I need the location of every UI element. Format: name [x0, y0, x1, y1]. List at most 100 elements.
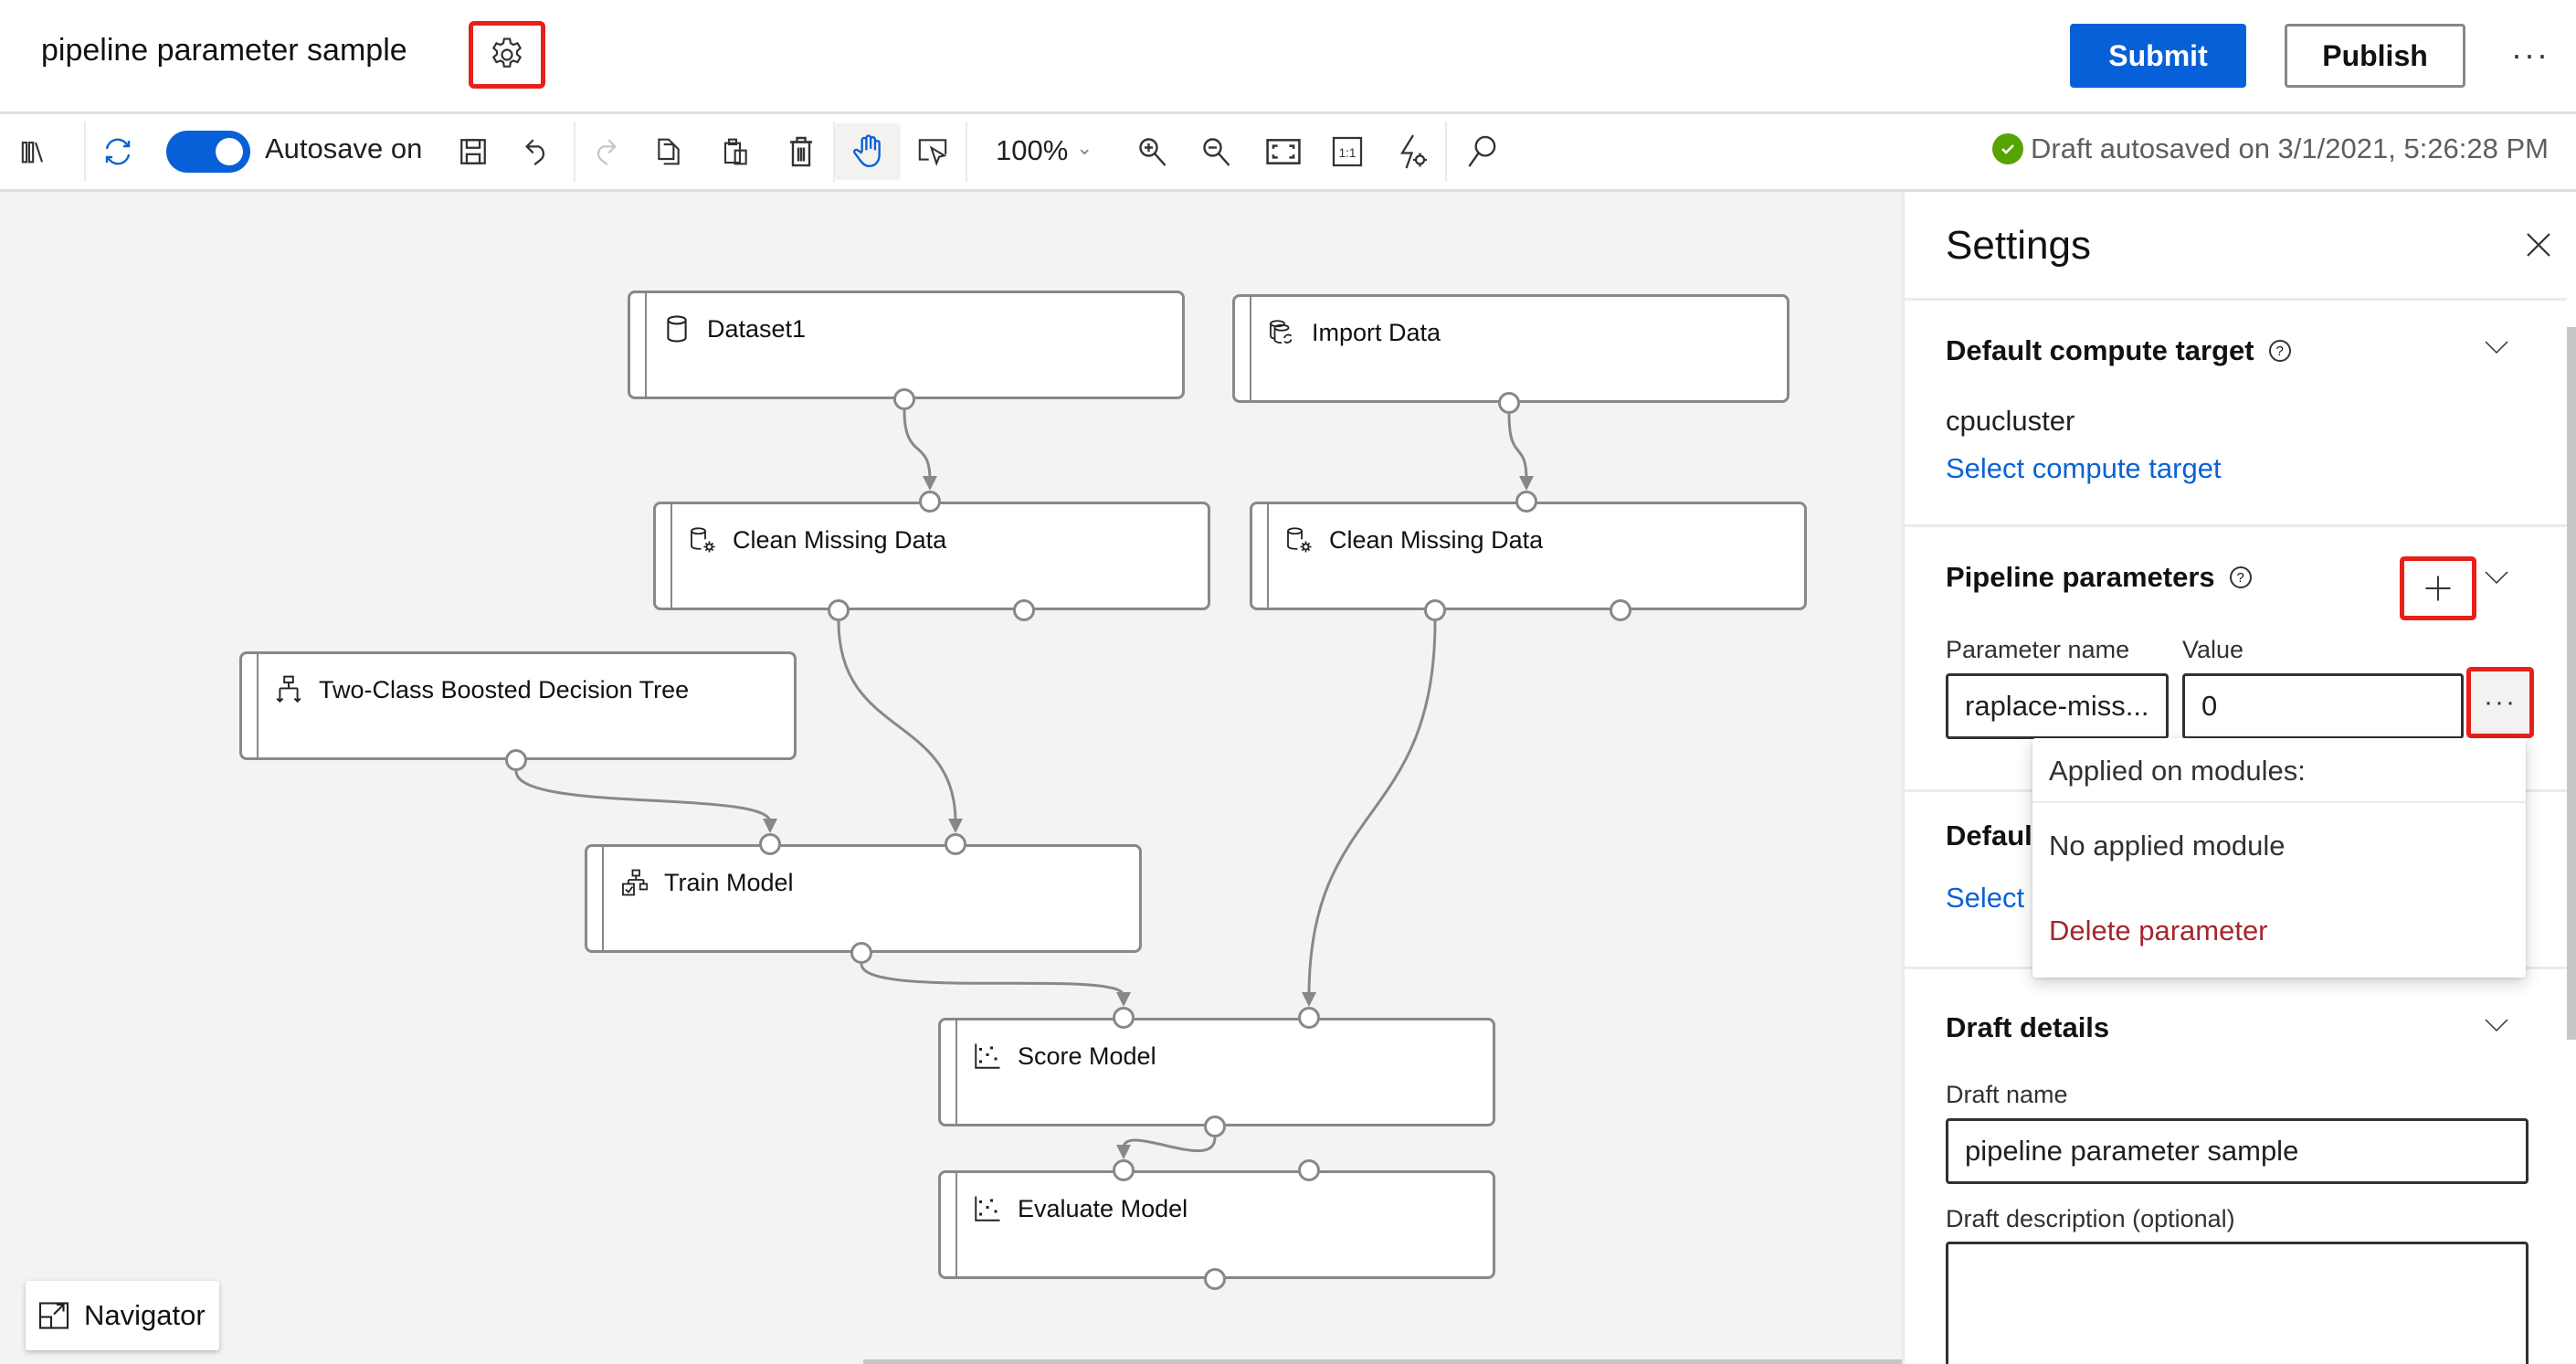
settings-button[interactable] [469, 21, 545, 89]
input-port[interactable] [759, 833, 781, 855]
input-port[interactable] [1298, 1159, 1320, 1181]
output-port[interactable] [1204, 1268, 1226, 1290]
help-icon[interactable]: ? [2268, 340, 2291, 362]
chevron-down-icon [2485, 1019, 2508, 1032]
fit-to-screen-button[interactable] [1261, 123, 1306, 180]
undo-button[interactable] [514, 123, 560, 180]
settings-title: Settings [1946, 223, 2091, 268]
chevron-down-icon [2485, 571, 2508, 585]
app-header: pipeline parameter sample Submit Publish… [0, 0, 2576, 114]
edge-arrowhead [1302, 992, 1316, 1007]
output-port[interactable] [850, 942, 872, 964]
actual-size-button[interactable]: 1:1 [1325, 123, 1370, 180]
section-title: Default [1946, 819, 2043, 851]
paste-button[interactable] [713, 123, 759, 180]
auto-layout-button[interactable] [1390, 123, 1436, 180]
input-port[interactable] [1113, 1159, 1135, 1181]
edge-arrowhead [923, 476, 937, 491]
horizontal-scrollbar[interactable] [863, 1359, 1902, 1364]
module-node-evaluate-model[interactable]: Evaluate Model [938, 1170, 1495, 1279]
module-node-clean-missing-data-2[interactable]: Clean Missing Data [1250, 502, 1807, 610]
more-options-button[interactable]: ··· [2503, 27, 2558, 82]
search-button[interactable] [1460, 123, 1505, 180]
select-mode-button[interactable] [910, 123, 955, 180]
delete-button[interactable] [778, 123, 824, 180]
pipeline-canvas[interactable]: Dataset1 Import Data Clean Missing Data … [0, 192, 1902, 1364]
input-port[interactable] [1298, 1007, 1320, 1029]
draft-name-input[interactable]: pipeline parameter sample [1946, 1118, 2528, 1184]
library-button[interactable] [13, 123, 58, 180]
copy-button[interactable] [646, 123, 692, 180]
delete-parameter-menu-item[interactable]: Delete parameter [2049, 915, 2268, 947]
edge-clean-missing-2-to-score-model[interactable] [1307, 620, 1437, 997]
edge-import-data-to-clean-missing-2[interactable] [1507, 413, 1528, 481]
copy-icon [658, 138, 680, 165]
close-settings-button[interactable] [2518, 225, 2559, 265]
input-port[interactable] [1515, 491, 1537, 513]
edge-dataset1-to-clean-missing-1[interactable] [903, 409, 932, 481]
parameter-more-button[interactable]: ··· [2466, 667, 2534, 738]
select-compute-target-link[interactable]: Select compute target [1946, 452, 2222, 485]
plus-icon [2425, 576, 2451, 601]
navigator-icon [38, 1302, 69, 1329]
module-node-clean-missing-data-1[interactable]: Clean Missing Data [653, 502, 1210, 610]
edge-two-class-bdt-to-train-model[interactable] [514, 770, 772, 823]
help-icon[interactable]: ? [2229, 566, 2252, 588]
vertical-scrollbar[interactable] [2567, 327, 2576, 1040]
autosave-toggle[interactable] [166, 131, 250, 173]
paste-icon [723, 138, 747, 165]
input-port[interactable] [1113, 1007, 1135, 1029]
gear-icon [491, 37, 523, 68]
output-port[interactable] [1424, 599, 1446, 621]
parameter-value-input[interactable]: 0 [2182, 673, 2464, 739]
module-node-score-model[interactable]: Score Model [938, 1018, 1495, 1126]
add-parameter-button[interactable] [2400, 556, 2476, 620]
output-port[interactable] [505, 749, 527, 771]
select-pointer-icon [918, 139, 947, 166]
autosave-status-text: Draft autosaved on 3/1/2021, 5:26:28 PM [2031, 132, 2549, 164]
refresh-icon [105, 138, 131, 165]
edge-score-model-to-evaluate-model[interactable] [1122, 1137, 1217, 1153]
applied-modules-header: Applied on modules: [2049, 755, 2306, 787]
edge-arrowhead [1116, 992, 1131, 1007]
collapse-chevron[interactable] [2478, 564, 2515, 591]
module-node-import-data[interactable]: Import Data [1232, 294, 1789, 403]
library-icon [21, 142, 44, 164]
edge-clean-missing-1-to-train-model[interactable] [837, 620, 957, 823]
input-port[interactable] [919, 491, 941, 513]
redo-button[interactable] [582, 123, 628, 180]
section-title: Pipeline parameters ? [1946, 561, 2252, 594]
output-port[interactable] [893, 388, 915, 410]
submit-button[interactable]: Submit [2070, 24, 2246, 88]
module-node-dataset1[interactable]: Dataset1 [628, 291, 1185, 399]
collapse-chevron[interactable] [2478, 333, 2515, 361]
pan-mode-button[interactable] [835, 123, 901, 180]
edge-train-model-to-score-model[interactable] [860, 963, 1125, 997]
input-port[interactable] [945, 833, 966, 855]
output-port[interactable] [1013, 599, 1035, 621]
edge-arrowhead [948, 819, 963, 833]
zoom-out-button[interactable] [1194, 123, 1240, 180]
node-label: Dataset1 [707, 314, 807, 343]
navigator-button[interactable]: Navigator [26, 1281, 219, 1350]
output-port[interactable] [828, 599, 850, 621]
module-node-train-model[interactable]: Train Model [585, 844, 1142, 953]
zoom-out-icon [1203, 138, 1230, 166]
module-node-two-class-boosted-decision-tree[interactable]: Two-Class Boosted Decision Tree [239, 651, 797, 760]
output-port[interactable] [1204, 1116, 1226, 1137]
publish-button[interactable]: Publish [2285, 24, 2465, 88]
collapse-chevron[interactable] [2478, 1011, 2515, 1039]
parameter-name-input[interactable]: raplace-miss... [1946, 673, 2169, 739]
search-icon [1468, 135, 1496, 167]
draft-description-textarea[interactable] [1946, 1242, 2528, 1364]
zoom-level-dropdown[interactable]: 100% [996, 134, 1068, 167]
refresh-button[interactable] [95, 123, 141, 180]
autosave-status: Draft autosaved on 3/1/2021, 5:26:28 PM [1992, 132, 2549, 165]
save-button[interactable] [450, 123, 496, 180]
clean-data-icon [689, 524, 716, 555]
select-datastore-link[interactable]: Select [1946, 882, 2024, 915]
output-port[interactable] [1498, 392, 1520, 414]
output-port[interactable] [1610, 599, 1631, 621]
zoom-in-button[interactable] [1130, 123, 1176, 180]
node-label: Clean Missing Data [733, 525, 947, 554]
